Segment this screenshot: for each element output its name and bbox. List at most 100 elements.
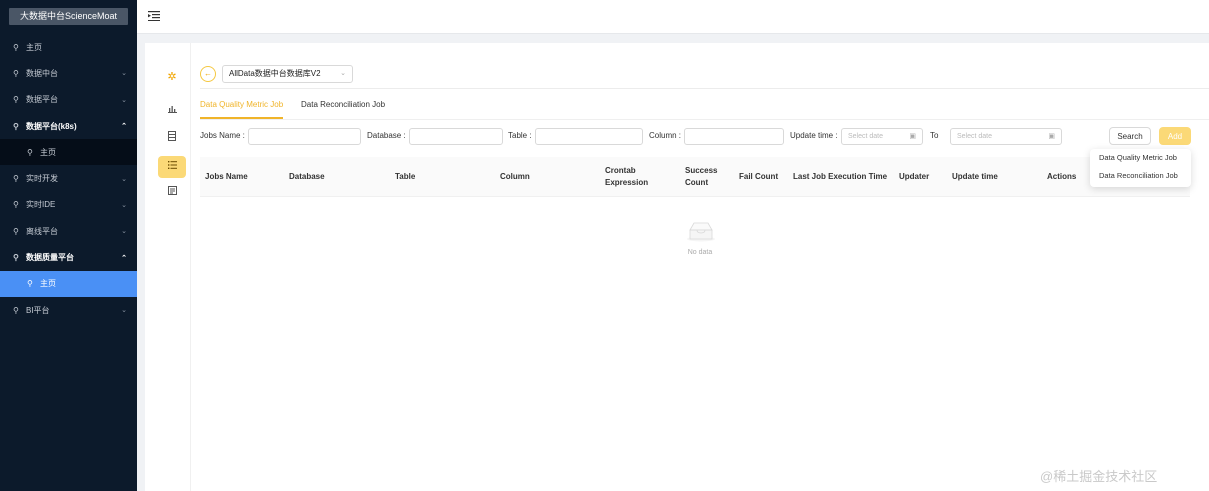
sidebar-item-label: 数据平台 xyxy=(26,95,58,105)
chevron-down-icon: ⌄ xyxy=(121,228,127,236)
menu-fold-icon[interactable] xyxy=(148,10,160,24)
start-date-placeholder: Select date xyxy=(848,133,884,140)
sidebar-item-bi-platform[interactable]: ⚲ BI平台 ⌄ xyxy=(0,297,137,323)
chevron-down-icon: ⌄ xyxy=(340,70,346,77)
column-label: Column : xyxy=(649,131,682,140)
sidebar-item-label: 数据质量平台 xyxy=(26,253,74,263)
col-column: Column xyxy=(500,172,530,181)
database-label: Database : xyxy=(367,131,406,140)
sidebar-item-label: 主页 xyxy=(40,147,56,157)
sidebar-menu: ⚲ 主页 ⚲ 数据中台 ⌄ ⚲ 数据平台 ⌄ ⚲ 数据平台(k8s) ⌃ ⚲ 主… xyxy=(0,34,137,323)
to-label: To xyxy=(930,131,939,140)
sidebar-item-label: 数据平台(k8s) xyxy=(26,121,77,131)
jobs-name-input[interactable] xyxy=(248,128,361,145)
list-icon[interactable] xyxy=(158,156,186,178)
report-icon[interactable] xyxy=(158,182,186,204)
app-logo-icon: ✲ xyxy=(167,71,177,83)
sidebar: 大数据中台ScienceMoat ⚲ 主页 ⚲ 数据中台 ⌄ ⚲ 数据平台 ⌄ … xyxy=(0,0,137,491)
sidebar-item-label: 实时IDE xyxy=(26,200,56,210)
sidebar-item-data-platform-k8s[interactable]: ⚲ 数据平台(k8s) ⌃ xyxy=(0,113,137,139)
table-header: Jobs Name Database Table Column Crontab … xyxy=(200,157,1190,197)
content-panel: ✲ ← AllData数据中台数据库V2 ⌄ Data Quality Metr… xyxy=(145,43,1209,491)
sidebar-item-offline-platform[interactable]: ⚲ 离线平台 ⌄ xyxy=(0,218,137,244)
table-label: Table : xyxy=(508,131,532,140)
filter-bar: Jobs Name : Database : Table : Column : … xyxy=(200,127,1209,147)
sidebar-item-data-middle-platform[interactable]: ⚲ 数据中台 ⌄ xyxy=(0,60,137,86)
brand-title[interactable]: 大数据中台ScienceMoat xyxy=(9,8,128,25)
calendar-icon: ▣ xyxy=(909,133,916,140)
menu-item-icon: ⚲ xyxy=(13,95,19,105)
top-header xyxy=(137,0,1209,34)
sidebar-item-realtime-dev[interactable]: ⚲ 实时开发 ⌄ xyxy=(0,165,137,191)
chevron-down-icon: ⌄ xyxy=(121,201,127,209)
watermark: @稀土掘金技术社区 xyxy=(1040,469,1158,484)
calendar-icon: ▣ xyxy=(1048,133,1055,140)
database-select-value: AllData数据中台数据库V2 xyxy=(229,69,321,78)
sidebar-item-label: 实时开发 xyxy=(26,174,58,184)
menu-item-icon: ⚲ xyxy=(13,200,19,210)
sidebar-item-label: 主页 xyxy=(26,42,42,52)
sidebar-item-home[interactable]: ⚲ 主页 xyxy=(0,34,137,60)
table-input[interactable] xyxy=(535,128,643,145)
menu-item-icon: ⚲ xyxy=(13,42,19,52)
sidebar-item-label: 主页 xyxy=(40,279,56,289)
chevron-down-icon: ⌄ xyxy=(121,175,127,183)
empty-box-icon xyxy=(686,220,716,242)
search-button[interactable]: Search xyxy=(1109,127,1151,145)
tool-iconbar: ✲ xyxy=(145,43,191,491)
sidebar-item-label: BI平台 xyxy=(26,305,50,315)
menu-item-icon: ⚲ xyxy=(13,305,19,315)
update-time-label: Update time : xyxy=(790,131,838,140)
col-fail-count: Fail Count xyxy=(739,172,779,181)
chevron-down-icon: ⌄ xyxy=(121,70,127,78)
menu-item-icon: ⚲ xyxy=(13,68,19,78)
menu-item-icon: ⚲ xyxy=(27,279,33,289)
chevron-down-icon: ⌄ xyxy=(121,96,127,104)
sidebar-item-label: 数据中台 xyxy=(26,68,58,78)
col-actions: Actions xyxy=(1047,172,1077,181)
col-table: Table xyxy=(395,172,416,181)
menu-item-icon: ⚲ xyxy=(13,121,19,131)
col-success-count: Success Count xyxy=(685,166,718,187)
bar-chart-icon[interactable] xyxy=(158,100,186,122)
menu-item-icon: ⚲ xyxy=(27,147,33,157)
col-update-time: Update time xyxy=(952,172,998,181)
col-crontab-expression: Crontab Expression xyxy=(605,166,649,187)
sidebar-subitem-home-active[interactable]: ⚲ 主页 xyxy=(0,270,137,297)
database-icon[interactable] xyxy=(158,128,186,150)
database-input[interactable] xyxy=(409,128,503,145)
column-input[interactable] xyxy=(684,128,784,145)
chevron-up-icon: ⌃ xyxy=(121,123,127,131)
jobs-name-label: Jobs Name : xyxy=(200,131,245,140)
empty-text: No data xyxy=(687,249,713,256)
start-date-picker[interactable]: Select date ▣ xyxy=(841,128,923,145)
col-last-job-execution-time: Last Job Execution Time xyxy=(793,172,888,181)
dropdown-item-data-reconciliation-job[interactable]: Data Reconciliation Job xyxy=(1090,167,1191,185)
table-empty-state: No data xyxy=(200,197,1190,307)
end-date-picker[interactable]: Select date ▣ xyxy=(950,128,1062,145)
add-dropdown-menu: Data Quality Metric Job Data Reconciliat… xyxy=(1090,149,1191,187)
jobs-table: Jobs Name Database Table Column Crontab … xyxy=(200,157,1190,307)
back-arrow-icon[interactable]: ← xyxy=(200,66,216,82)
menu-item-icon: ⚲ xyxy=(13,253,19,263)
sidebar-item-data-platform[interactable]: ⚲ 数据平台 ⌄ xyxy=(0,87,137,113)
main-area: ← AllData数据中台数据库V2 ⌄ Data Quality Metric… xyxy=(200,43,1209,491)
col-jobs-name: Jobs Name xyxy=(205,172,248,181)
menu-item-icon: ⚲ xyxy=(13,226,19,236)
chevron-up-icon: ⌃ xyxy=(121,254,127,262)
tab-data-reconciliation-job[interactable]: Data Reconciliation Job xyxy=(301,100,385,119)
end-date-placeholder: Select date xyxy=(957,133,993,140)
tab-divider xyxy=(200,119,1209,120)
chevron-down-icon: ⌄ xyxy=(121,307,127,315)
database-select[interactable]: AllData数据中台数据库V2 ⌄ xyxy=(222,65,353,83)
menu-item-icon: ⚲ xyxy=(13,174,19,184)
dropdown-item-data-quality-metric-job[interactable]: Data Quality Metric Job xyxy=(1090,149,1191,167)
divider xyxy=(200,88,1209,89)
sidebar-item-realtime-ide[interactable]: ⚲ 实时IDE ⌄ xyxy=(0,192,137,218)
sidebar-item-data-quality-platform[interactable]: ⚲ 数据质量平台 ⌃ xyxy=(0,244,137,270)
add-button[interactable]: Add xyxy=(1159,127,1191,145)
tab-data-quality-metric-job[interactable]: Data Quality Metric Job xyxy=(200,100,284,119)
sidebar-subitem-home[interactable]: ⚲ 主页 xyxy=(0,139,137,166)
col-updater: Updater xyxy=(899,172,930,181)
sidebar-item-label: 离线平台 xyxy=(26,226,58,236)
